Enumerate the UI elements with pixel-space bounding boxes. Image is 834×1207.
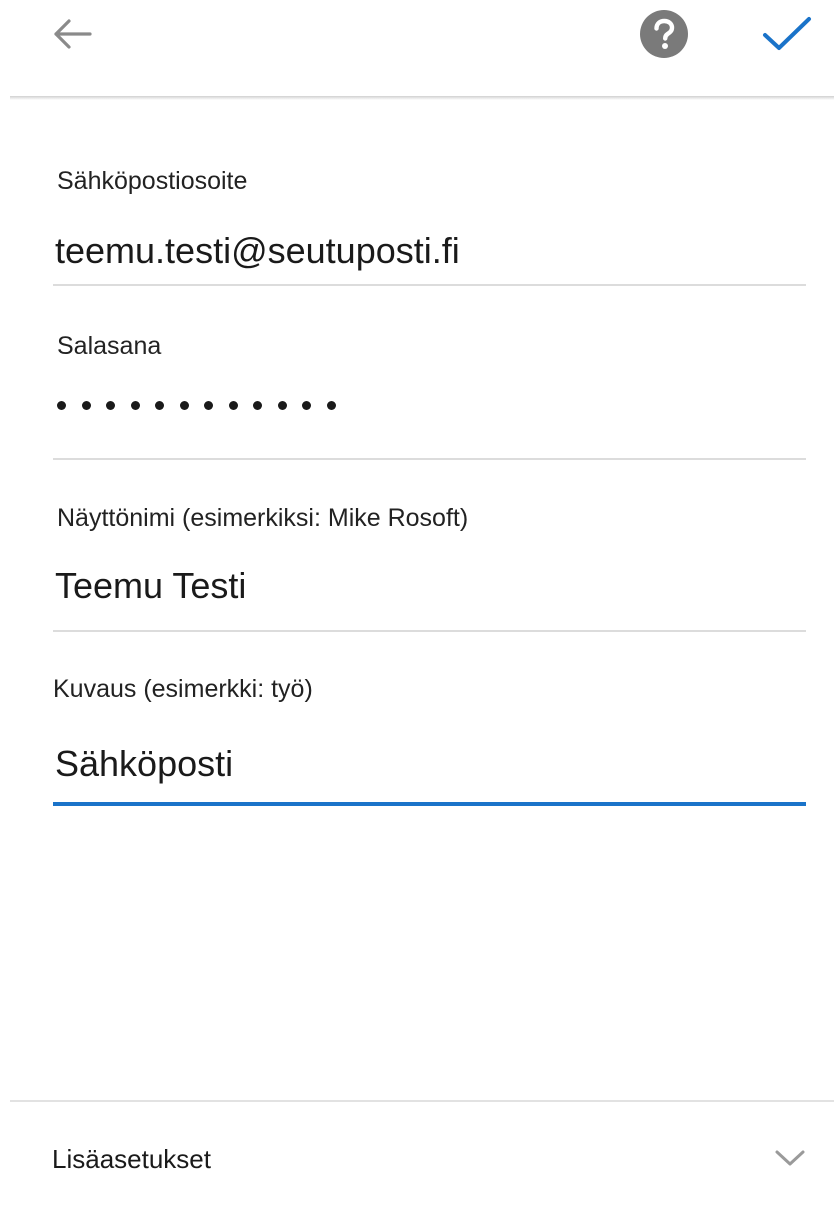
email-label: Sähköpostiosoite — [57, 167, 248, 195]
password-mask-dot — [130, 401, 140, 410]
advanced-settings-toggle[interactable]: Lisäasetukset — [0, 1102, 834, 1207]
arrow-left-icon — [54, 19, 92, 49]
top-bar-divider — [10, 96, 834, 100]
question-circle-icon — [640, 10, 688, 58]
description-label: Kuvaus (esimerkki: työ) — [53, 675, 313, 703]
password-mask-dot — [228, 401, 238, 410]
description-input[interactable] — [55, 741, 795, 787]
password-mask-dot — [302, 401, 311, 410]
advanced-settings-label: Lisäasetukset — [52, 1144, 211, 1174]
display-name-input[interactable] — [55, 563, 795, 609]
description-field-group: Kuvaus (esimerkki: työ) — [53, 668, 806, 810]
password-mask-dot — [106, 401, 115, 410]
display-name-underline — [53, 630, 806, 632]
email-input[interactable] — [55, 228, 795, 274]
password-mask-dot — [155, 401, 164, 410]
password-mask-dot — [57, 401, 66, 410]
display-name-label: Näyttönimi (esimerkiksi: Mike Rosoft) — [57, 504, 469, 532]
display-name-field-group: Näyttönimi (esimerkiksi: Mike Rosoft) — [53, 497, 806, 637]
password-mask-dot — [253, 401, 262, 410]
checkmark-icon — [763, 17, 811, 50]
password-label: Salasana — [57, 332, 162, 360]
password-mask-dot — [81, 401, 91, 410]
help-button[interactable] — [634, 6, 694, 62]
password-mask-dot — [204, 401, 213, 410]
back-button[interactable] — [44, 10, 100, 58]
chevron-down-icon — [775, 1150, 805, 1166]
email-underline — [53, 284, 806, 286]
email-field-group: Sähköpostiosoite — [53, 160, 806, 290]
confirm-button[interactable] — [752, 6, 822, 62]
password-underline — [53, 458, 806, 460]
password-field-group: Salasana — [53, 325, 806, 465]
password-input[interactable] — [57, 401, 336, 410]
password-mask-dot — [277, 401, 287, 410]
description-underline-active — [53, 802, 806, 806]
password-mask-dot — [179, 401, 189, 410]
password-mask-dot — [326, 401, 336, 410]
top-app-bar — [0, 0, 834, 96]
